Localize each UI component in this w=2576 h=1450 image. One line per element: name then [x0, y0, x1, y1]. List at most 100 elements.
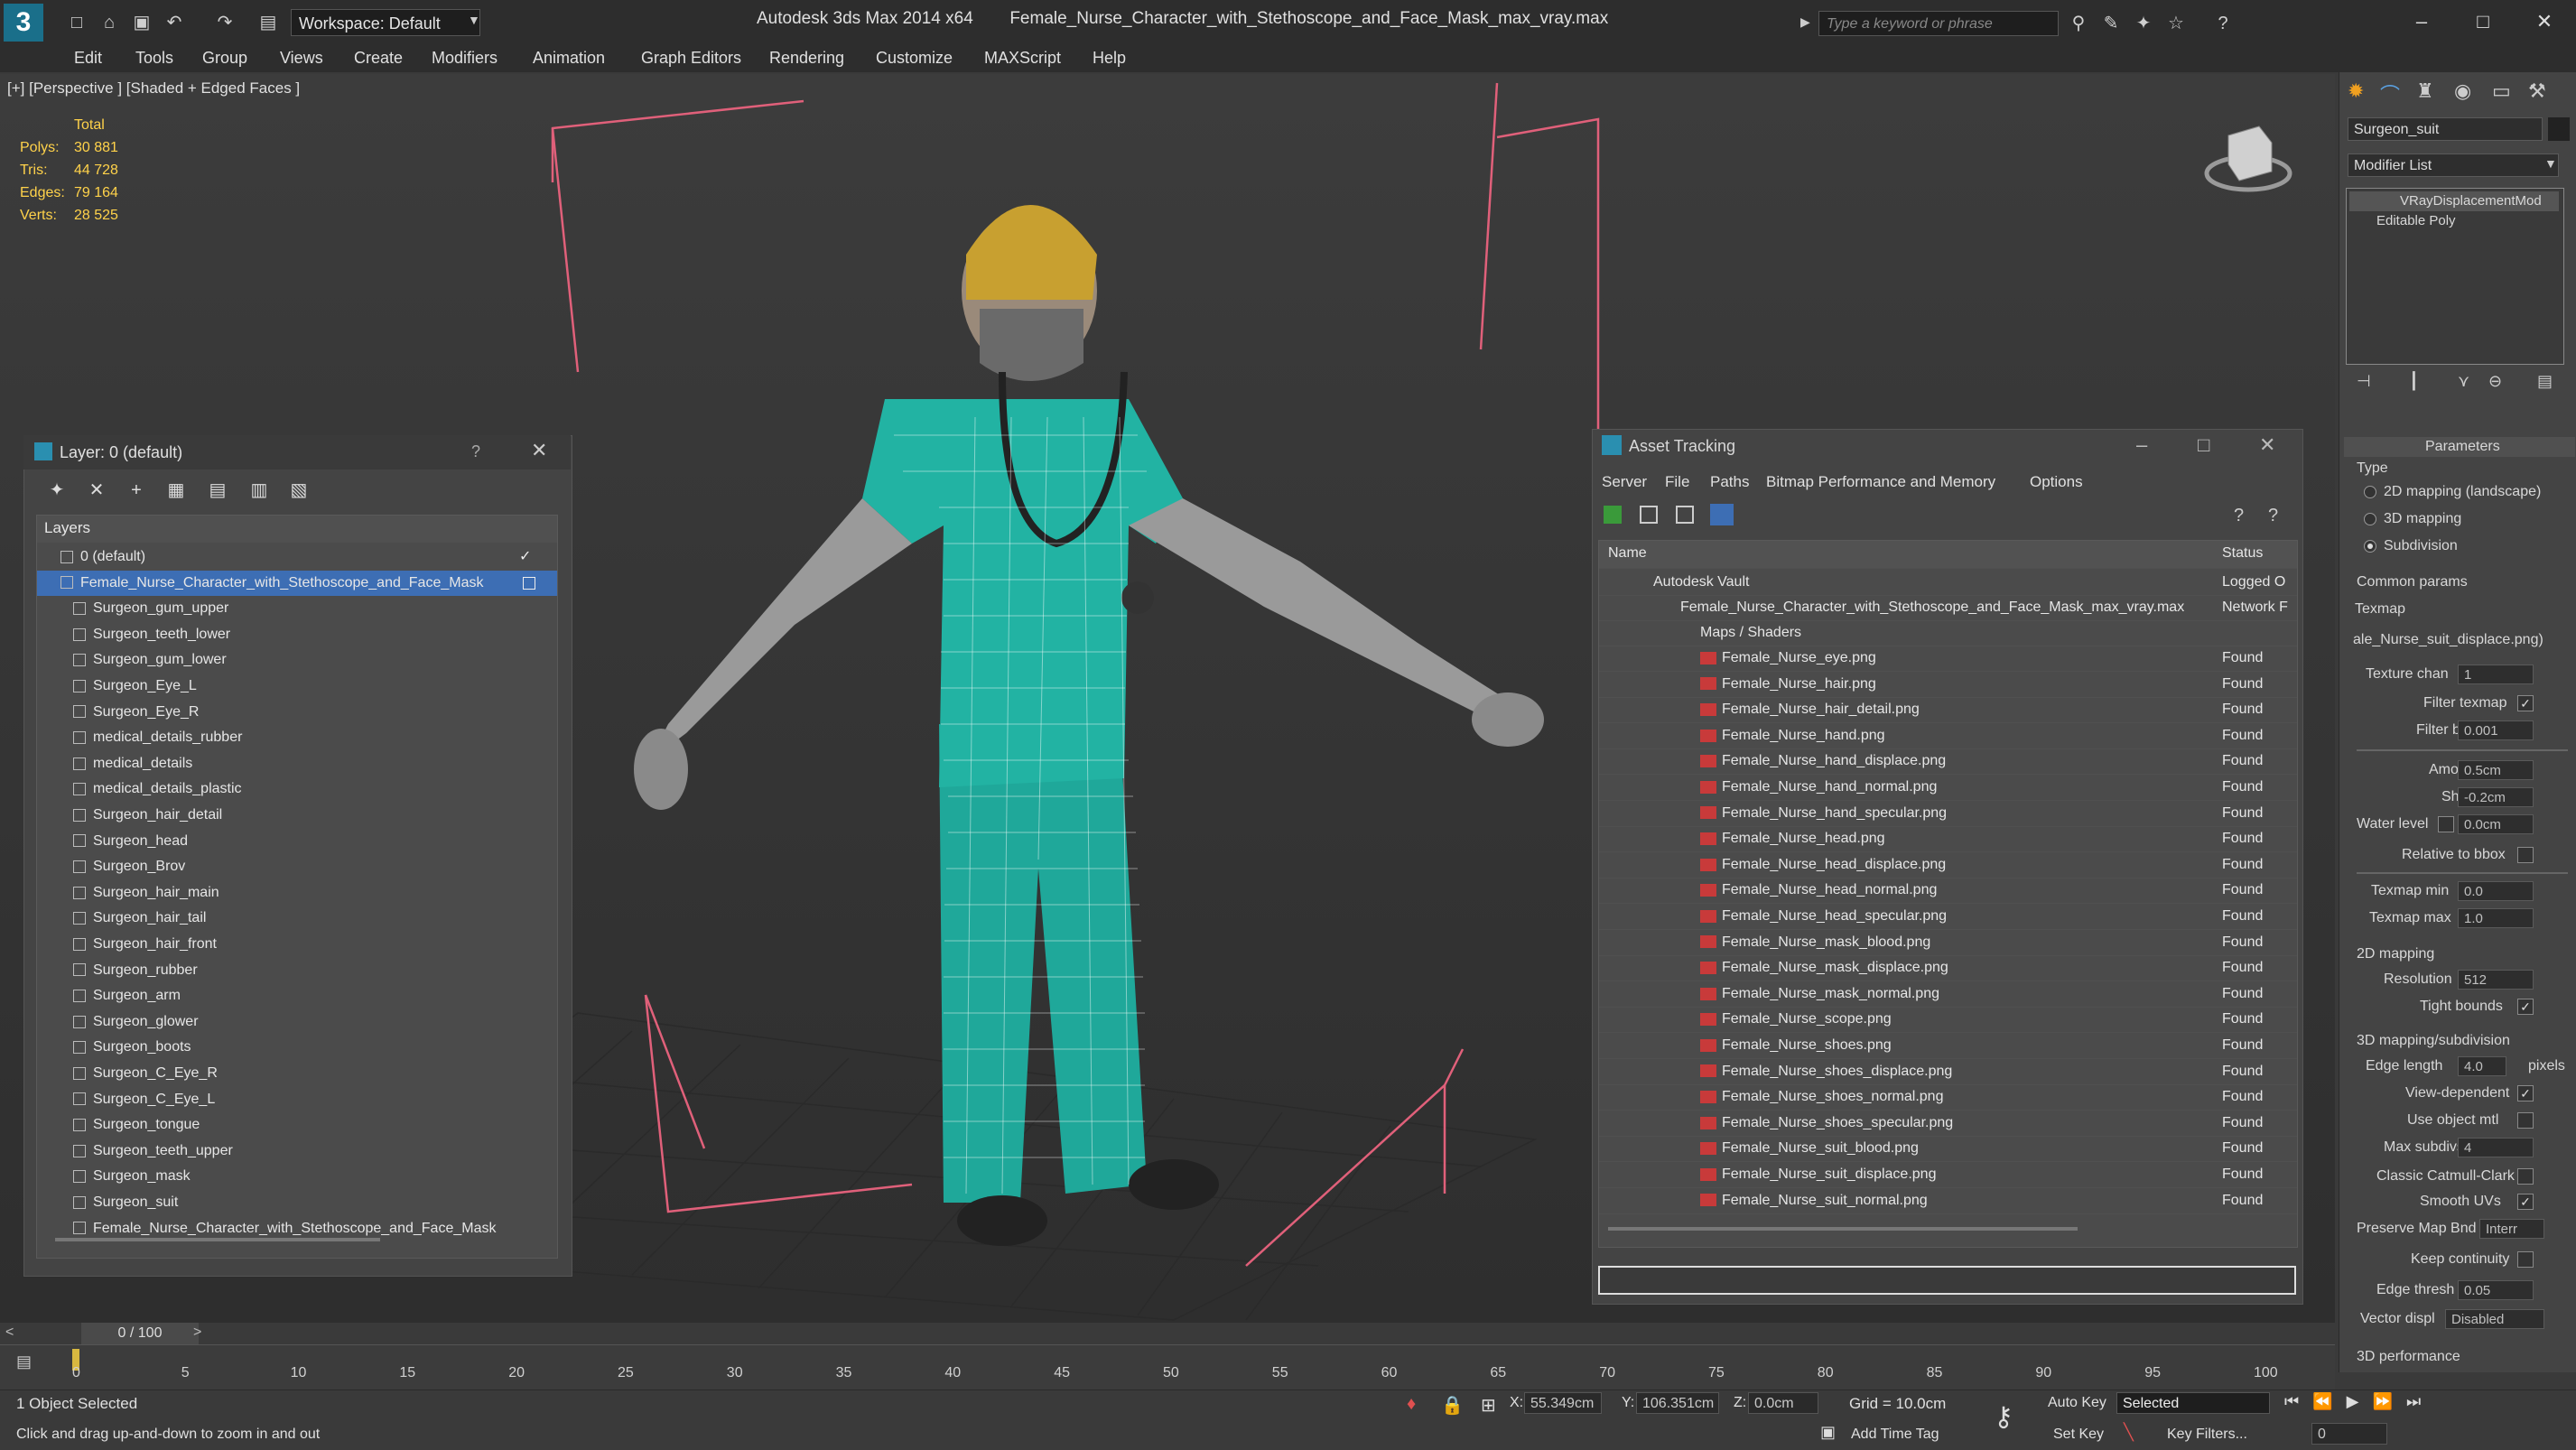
- x-coordinate-field[interactable]: 55.349cm: [1524, 1392, 1602, 1414]
- layer-object-item[interactable]: Surgeon_Eye_R: [37, 700, 557, 725]
- time-slider[interactable]: < 0 / 100 >: [0, 1323, 2335, 1344]
- asset-menu-options[interactable]: Options: [2030, 473, 2083, 491]
- next-frame-icon[interactable]: ⏩: [2373, 1392, 2393, 1410]
- project-folder-icon[interactable]: ▤: [256, 11, 280, 34]
- subscription-icon[interactable]: ✎: [2098, 11, 2124, 36]
- asset-file-row[interactable]: Female_Nurse_hand.png Found: [1599, 723, 2297, 749]
- asset-menu-server[interactable]: Server: [1602, 473, 1647, 491]
- modifier-editable-poly[interactable]: Editable Poly: [2376, 213, 2456, 228]
- make-unique-icon[interactable]: ⋎: [2458, 372, 2469, 391]
- filter-blur-field[interactable]: 0.001: [2458, 720, 2534, 740]
- menu-group[interactable]: Group: [202, 49, 247, 68]
- display-tab-icon[interactable]: ▭: [2492, 79, 2511, 103]
- layer-object-item[interactable]: Surgeon_teeth_upper: [37, 1139, 557, 1164]
- new-file-icon[interactable]: □: [65, 11, 88, 34]
- utilities-tab-icon[interactable]: ⚒: [2528, 79, 2546, 103]
- texmap-min-field[interactable]: 0.0: [2458, 881, 2534, 901]
- layer-object-item[interactable]: Surgeon_hair_detail: [37, 803, 557, 828]
- radio-3d-mapping[interactable]: [2364, 513, 2376, 525]
- object-color-swatch[interactable]: [2548, 117, 2570, 141]
- viewport-label[interactable]: [+] [Perspective ] [Shaded + Edged Faces…: [7, 79, 300, 98]
- show-end-result-icon[interactable]: ┃: [2409, 372, 2419, 391]
- asset-file-row[interactable]: Female_Nurse_shoes_specular.png Found: [1599, 1111, 2297, 1137]
- menu-animation[interactable]: Animation: [533, 49, 605, 68]
- radio-2d-mapping[interactable]: [2364, 486, 2376, 498]
- asset-menu-file[interactable]: File: [1665, 473, 1689, 491]
- set-key-button[interactable]: Set Key: [2053, 1427, 2104, 1443]
- menu-create[interactable]: Create: [354, 49, 403, 68]
- track-bar[interactable]: ▤ 0 5 10 15 20 25 30 35 40 45 50 55 60 65 70 75 80 85 90 95…: [0, 1344, 2335, 1390]
- option-2d-mapping[interactable]: 2D mapping (landscape): [2384, 484, 2541, 500]
- auto-key-button[interactable]: Auto Key: [2048, 1395, 2106, 1411]
- isolate-icon[interactable]: ♦: [1407, 1394, 1416, 1415]
- layer-object-item[interactable]: medical_details_rubber: [37, 725, 557, 750]
- layer-nurse-character[interactable]: Female_Nurse_Character_with_Stethoscope_…: [37, 570, 557, 596]
- key-icon[interactable]: ⚷: [1994, 1401, 2013, 1433]
- resolution-field[interactable]: 512: [2458, 970, 2534, 990]
- layer-object-item[interactable]: Surgeon_C_Eye_R: [37, 1061, 557, 1086]
- go-to-start-icon[interactable]: ⏮: [2284, 1392, 2299, 1410]
- layer-object-item[interactable]: Surgeon_teeth_lower: [37, 622, 557, 647]
- layer-object-item[interactable]: medical_details: [37, 751, 557, 776]
- current-frame-field[interactable]: 0: [2311, 1423, 2387, 1445]
- menu-customize[interactable]: Customize: [876, 49, 953, 68]
- play-icon[interactable]: ▶: [2347, 1392, 2359, 1410]
- object-name-field[interactable]: Surgeon_suit: [2348, 117, 2543, 141]
- tight-bounds-checkbox[interactable]: ✓: [2517, 999, 2534, 1015]
- asset-file-row[interactable]: Female_Nurse_mask_displace.png Found: [1599, 955, 2297, 982]
- asset-file-row[interactable]: Female_Nurse_mask_blood.png Found: [1599, 930, 2297, 956]
- select-in-layer-icon[interactable]: ▦: [164, 479, 188, 502]
- use-object-mtl-checkbox[interactable]: [2517, 1112, 2534, 1129]
- asset-file-row[interactable]: Female_Nurse_mask_normal.png Found: [1599, 981, 2297, 1008]
- highlight-layer-icon[interactable]: ▤: [206, 479, 229, 502]
- y-coordinate-field[interactable]: 106.351cm: [1636, 1392, 1719, 1414]
- layer-object-item[interactable]: Surgeon_tongue: [37, 1112, 557, 1138]
- max-file-row[interactable]: Female_Nurse_Character_with_Stethoscope_…: [1599, 595, 2297, 621]
- menu-edit[interactable]: Edit: [74, 49, 102, 68]
- col-status-header[interactable]: Status: [2222, 541, 2294, 566]
- z-coordinate-field[interactable]: 0.0cm: [1748, 1392, 1818, 1414]
- motion-tab-icon[interactable]: ◉: [2454, 79, 2471, 103]
- layer-object-item[interactable]: Surgeon_arm: [37, 983, 557, 1008]
- vector-disp-dropdown[interactable]: Disabled: [2445, 1309, 2544, 1329]
- configure-sets-icon[interactable]: ▤: [2537, 372, 2553, 391]
- asset-file-row[interactable]: Female_Nurse_head.png Found: [1599, 826, 2297, 853]
- add-to-layer-icon[interactable]: +: [125, 479, 148, 502]
- shift-field[interactable]: -0.2cm: [2458, 787, 2534, 807]
- undo-icon[interactable]: ↶: [163, 11, 186, 34]
- layer-default[interactable]: 0 (default) ✓: [37, 544, 557, 570]
- texture-chan-field[interactable]: 1: [2458, 665, 2534, 684]
- layer-object-item[interactable]: Surgeon_mask: [37, 1164, 557, 1189]
- asset-file-row[interactable]: Female_Nurse_suit_displace.png Found: [1599, 1162, 2297, 1188]
- hierarchy-tab-icon[interactable]: ♜: [2416, 79, 2434, 103]
- hide-all-layers-icon[interactable]: ▥: [247, 479, 271, 502]
- layer-object-item[interactable]: Surgeon_hair_tail: [37, 906, 557, 931]
- lock-selection-icon[interactable]: 🔒: [1441, 1394, 1464, 1417]
- option-subdivision[interactable]: Subdivision: [2384, 538, 2458, 554]
- layer-object-item[interactable]: Surgeon_Brov: [37, 854, 557, 879]
- asset-file-row[interactable]: Female_Nurse_hair.png Found: [1599, 672, 2297, 698]
- menu-tools[interactable]: Tools: [135, 49, 173, 68]
- asset-file-row[interactable]: Female_Nurse_hand_normal.png Found: [1599, 775, 2297, 801]
- app-logo-icon[interactable]: 3: [4, 4, 43, 42]
- curve-editor-icon[interactable]: ▤: [16, 1352, 32, 1371]
- menu-rendering[interactable]: Rendering: [769, 49, 844, 68]
- preserve-map-dropdown[interactable]: Interr: [2479, 1219, 2544, 1239]
- layer-object-item[interactable]: Surgeon_head: [37, 829, 557, 854]
- layer-object-item[interactable]: Surgeon_hair_front: [37, 932, 557, 957]
- communication-icon[interactable]: ✦: [2131, 11, 2156, 36]
- modifier-list-dropdown[interactable]: Modifier List: [2348, 153, 2559, 177]
- search-expand-icon[interactable]: ▶: [1800, 14, 1810, 30]
- time-tag-icon[interactable]: ▣: [1820, 1423, 1836, 1442]
- vault-row[interactable]: Autodesk Vault Logged O: [1599, 570, 2297, 596]
- asset-file-row[interactable]: Female_Nurse_shoes.png Found: [1599, 1033, 2297, 1059]
- time-prev-icon[interactable]: <: [5, 1325, 14, 1341]
- layer-object-item[interactable]: Surgeon_rubber: [37, 958, 557, 983]
- asset-maximize-icon[interactable]: □: [2198, 433, 2209, 457]
- create-tab-icon[interactable]: ✹: [2348, 79, 2364, 103]
- col-name-header[interactable]: Name: [1608, 541, 1647, 566]
- go-to-end-icon[interactable]: ⏭: [2406, 1392, 2421, 1410]
- asset-file-row[interactable]: Female_Nurse_hand_specular.png Found: [1599, 801, 2297, 827]
- freeze-all-layers-icon[interactable]: ▧: [287, 479, 311, 502]
- asset-file-row[interactable]: Female_Nurse_suit_normal.png Found: [1599, 1188, 2297, 1214]
